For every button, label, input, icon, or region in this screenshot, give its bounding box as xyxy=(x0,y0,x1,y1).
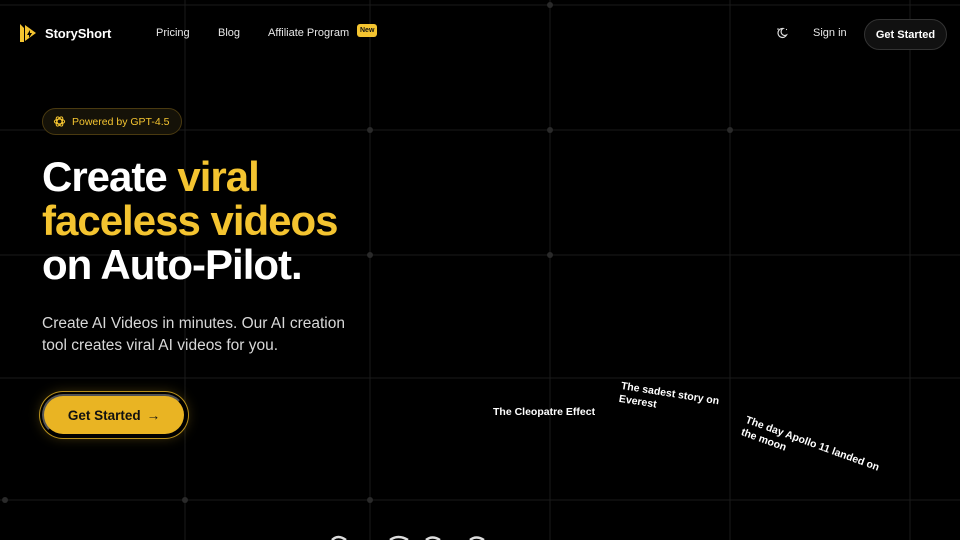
decorative-shapes xyxy=(331,535,485,540)
hero-headline: Create viral faceless videos on Auto-Pil… xyxy=(42,155,362,287)
hero-subtitle: Create AI Videos in minutes. Our AI crea… xyxy=(42,315,345,354)
hero-cta-label: Get Started xyxy=(67,407,141,423)
powered-by-label: Powered by GPT-4.5 xyxy=(72,115,170,128)
video-title-cleopatre[interactable]: The Cleopatre Effect xyxy=(493,406,595,419)
headline-create: Create xyxy=(42,153,178,200)
headline-viral: viral xyxy=(177,153,259,200)
openai-icon xyxy=(53,116,66,127)
nav-link-pricing[interactable]: Pricing xyxy=(156,27,190,39)
hero-get-started-button[interactable]: Get Started → xyxy=(42,394,186,436)
storyshort-logo-icon xyxy=(20,24,36,42)
sign-in-link[interactable]: Sign in xyxy=(813,27,847,39)
moon-sun-icon[interactable] xyxy=(775,26,789,40)
new-badge: New xyxy=(357,24,378,37)
nav-link-affiliate-program[interactable]: Affiliate Program xyxy=(268,27,349,39)
headline-faceless-videos: faceless videos xyxy=(42,197,339,244)
arrow-right-icon: → xyxy=(146,407,161,423)
top-navigation: StoryShort Pricing Blog Affiliate Progra… xyxy=(0,0,960,68)
nav-get-started-button[interactable]: Get Started xyxy=(864,19,947,50)
headline-auto-pilot: on Auto-Pilot. xyxy=(42,241,303,288)
powered-by-pill: Powered by GPT-4.5 xyxy=(42,108,183,135)
brand-logo[interactable]: StoryShort xyxy=(18,22,111,44)
nav-link-blog[interactable]: Blog xyxy=(218,27,240,39)
brand-name: StoryShort xyxy=(45,25,112,41)
hero-section: Powered by GPT-4.5 Create viral faceless… xyxy=(42,108,362,436)
